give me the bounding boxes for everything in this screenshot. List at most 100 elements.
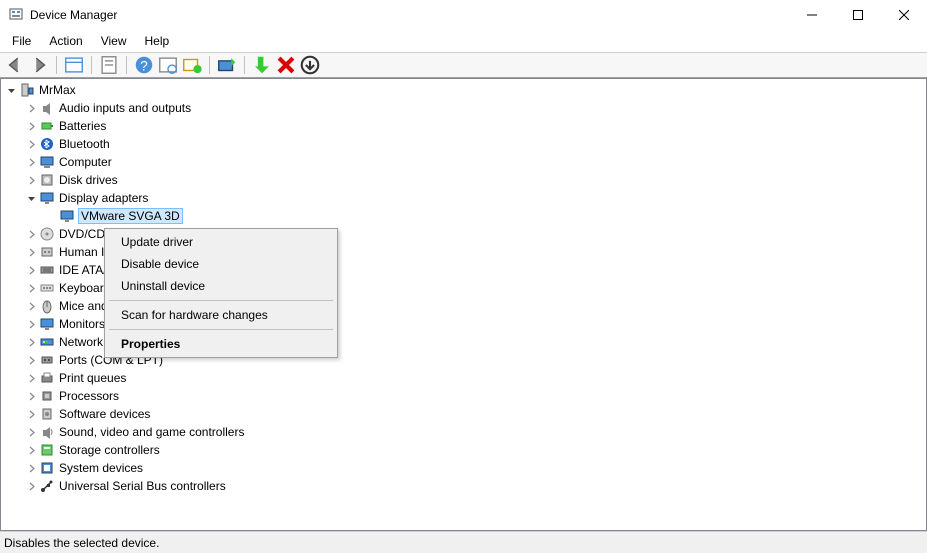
- status-text: Disables the selected device.: [4, 536, 159, 550]
- svg-text:?: ?: [140, 59, 148, 74]
- battery-icon: [39, 118, 55, 134]
- system-icon: [39, 460, 55, 476]
- tree-node-label: Universal Serial Bus controllers: [59, 479, 226, 493]
- context-menu-item[interactable]: Scan for hardware changes: [107, 304, 335, 326]
- back-button[interactable]: [4, 54, 26, 76]
- print-icon: [39, 370, 55, 386]
- chevron-down-icon[interactable]: [5, 84, 17, 96]
- chevron-right-icon[interactable]: [25, 156, 37, 168]
- chevron-down-icon[interactable]: [25, 192, 37, 204]
- chevron-right-icon[interactable]: [25, 282, 37, 294]
- chevron-right-icon[interactable]: [25, 336, 37, 348]
- maximize-button[interactable]: [835, 0, 881, 30]
- minimize-button[interactable]: [789, 0, 835, 30]
- tree-node-label: Display adapters: [59, 191, 148, 205]
- tree-node-label: Batteries: [59, 119, 106, 133]
- tree-node-storage[interactable]: Storage controllers: [1, 441, 926, 459]
- chevron-right-icon[interactable]: [25, 138, 37, 150]
- help-icon[interactable]: ?: [133, 54, 155, 76]
- tree-node-bluetooth[interactable]: Bluetooth: [1, 135, 926, 153]
- context-menu-separator: [109, 300, 333, 301]
- statusbar: Disables the selected device.: [0, 531, 927, 553]
- tree-node-display[interactable]: Display adapters: [1, 189, 926, 207]
- update-driver-icon[interactable]: [216, 54, 238, 76]
- toolbar-separator: [56, 56, 57, 74]
- sound-icon: [39, 424, 55, 440]
- chevron-right-icon[interactable]: [25, 372, 37, 384]
- tree-node-label: System devices: [59, 461, 143, 475]
- monitor-icon: [39, 316, 55, 332]
- chevron-right-icon[interactable]: [25, 390, 37, 402]
- tree-node-system[interactable]: System devices: [1, 459, 926, 477]
- tree-node-label: Processors: [59, 389, 119, 403]
- show-hidden-icon[interactable]: [63, 54, 85, 76]
- mouse-icon: [39, 298, 55, 314]
- chevron-right-icon[interactable]: [25, 462, 37, 474]
- port-icon: [39, 352, 55, 368]
- context-menu-item[interactable]: Properties: [107, 333, 335, 355]
- tree-node-label: Disk drives: [59, 173, 118, 187]
- enable-icon[interactable]: [251, 54, 273, 76]
- chevron-right-icon[interactable]: [25, 408, 37, 420]
- audio-icon: [39, 100, 55, 116]
- chevron-right-icon[interactable]: [25, 318, 37, 330]
- usb-icon: [39, 478, 55, 494]
- chevron-right-icon[interactable]: [25, 480, 37, 492]
- bluetooth-icon: [39, 136, 55, 152]
- menu-file[interactable]: File: [4, 32, 39, 50]
- chevron-right-icon[interactable]: [25, 228, 37, 240]
- display-icon: [39, 190, 55, 206]
- chevron-right-icon[interactable]: [25, 120, 37, 132]
- tree-root[interactable]: MrMax: [1, 81, 926, 99]
- network-icon: [39, 334, 55, 350]
- add-legacy-icon[interactable]: [181, 54, 203, 76]
- menu-view[interactable]: View: [93, 32, 135, 50]
- disable-icon[interactable]: [299, 54, 321, 76]
- toolbar-separator: [244, 56, 245, 74]
- tree-node-label: Monitors: [59, 317, 105, 331]
- tree-node-label: Sound, video and game controllers: [59, 425, 244, 439]
- tree-node-usb[interactable]: Universal Serial Bus controllers: [1, 477, 926, 495]
- menu-action[interactable]: Action: [41, 32, 90, 50]
- properties-icon[interactable]: [98, 54, 120, 76]
- chevron-right-icon[interactable]: [25, 354, 37, 366]
- tree-node-battery[interactable]: Batteries: [1, 117, 926, 135]
- software-icon: [39, 406, 55, 422]
- context-menu-item[interactable]: Uninstall device: [107, 275, 335, 297]
- forward-button[interactable]: [28, 54, 50, 76]
- tree-node-label: Software devices: [59, 407, 150, 421]
- chevron-right-icon[interactable]: [25, 102, 37, 114]
- menubar: File Action View Help: [0, 30, 927, 52]
- keyboard-icon: [39, 280, 55, 296]
- context-menu-separator: [109, 329, 333, 330]
- close-button[interactable]: [881, 0, 927, 30]
- chevron-right-icon[interactable]: [25, 444, 37, 456]
- spacer: [45, 210, 57, 222]
- app-icon: [8, 7, 24, 23]
- scan-icon[interactable]: [157, 54, 179, 76]
- context-menu-item[interactable]: Update driver: [107, 231, 335, 253]
- tree-node-audio[interactable]: Audio inputs and outputs: [1, 99, 926, 117]
- tree-node-sound[interactable]: Sound, video and game controllers: [1, 423, 926, 441]
- chevron-right-icon[interactable]: [25, 426, 37, 438]
- hid-icon: [39, 244, 55, 260]
- tree-node-disk[interactable]: Disk drives: [1, 171, 926, 189]
- tree-node-label: Computer: [59, 155, 112, 169]
- computer-icon: [39, 154, 55, 170]
- toolbar-separator: [209, 56, 210, 74]
- tree-node-print[interactable]: Print queues: [1, 369, 926, 387]
- context-menu-item[interactable]: Disable device: [107, 253, 335, 275]
- toolbar: ?: [0, 52, 927, 78]
- disk-icon: [39, 172, 55, 188]
- chevron-right-icon[interactable]: [25, 174, 37, 186]
- tree-node-computer[interactable]: Computer: [1, 153, 926, 171]
- chevron-right-icon[interactable]: [25, 300, 37, 312]
- window-controls: [789, 0, 927, 30]
- uninstall-icon[interactable]: [275, 54, 297, 76]
- chevron-right-icon[interactable]: [25, 264, 37, 276]
- chevron-right-icon[interactable]: [25, 246, 37, 258]
- tree-node-software[interactable]: Software devices: [1, 405, 926, 423]
- menu-help[interactable]: Help: [137, 32, 178, 50]
- tree-leaf-display[interactable]: VMware SVGA 3D: [1, 207, 926, 225]
- tree-node-cpu[interactable]: Processors: [1, 387, 926, 405]
